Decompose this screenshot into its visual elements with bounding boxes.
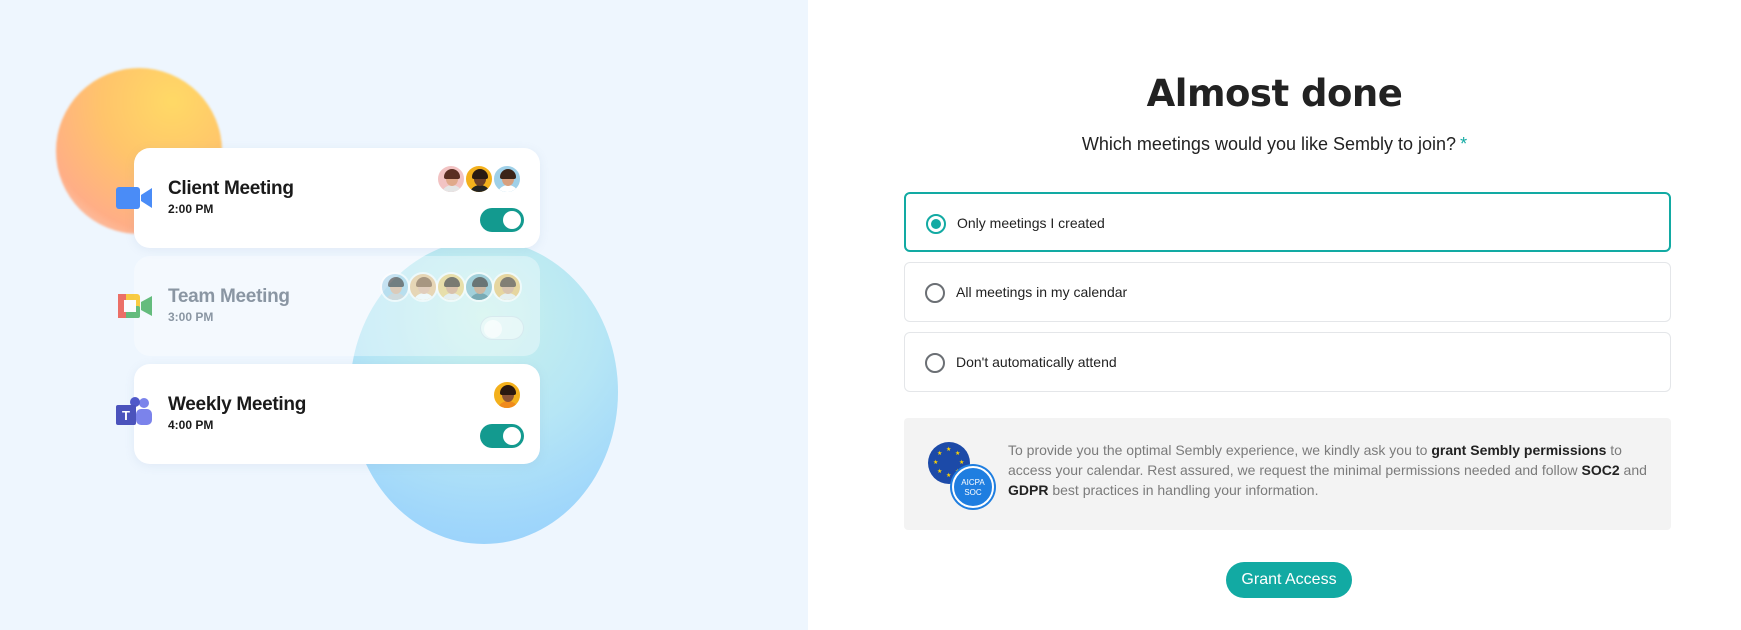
attendee-avatar <box>380 272 410 302</box>
attendee-avatar <box>464 164 494 194</box>
info-text-part: To provide you the optimal Sembly experi… <box>1008 442 1432 458</box>
info-text-bold: grant Sembly permissions <box>1431 442 1607 458</box>
meeting-toggle-on[interactable] <box>480 208 524 232</box>
option-label: Don't automatically attend <box>956 354 1117 370</box>
info-text-bold: SOC2 <box>1581 462 1620 478</box>
permissions-info-text: To provide you the optimal Sembly experi… <box>1008 440 1648 500</box>
attendee-avatar <box>436 272 466 302</box>
meeting-time: 3:00 PM <box>168 310 214 324</box>
attendee-avatar <box>436 164 466 194</box>
attendee-avatar <box>492 164 522 194</box>
attendee-avatar <box>464 272 494 302</box>
grant-access-button[interactable]: Grant Access <box>1226 562 1352 598</box>
option-dont-attend[interactable]: Don't automatically attend <box>904 332 1671 392</box>
google-meet-icon <box>118 294 152 318</box>
meeting-title: Team Meeting <box>168 286 290 307</box>
radio-button[interactable] <box>925 353 945 373</box>
badge-soc-line1: AICPA <box>961 478 985 487</box>
radio-button[interactable] <box>925 283 945 303</box>
svg-text:T: T <box>122 408 130 423</box>
radio-button-selected[interactable] <box>926 214 946 234</box>
attendee-avatar <box>492 272 522 302</box>
option-label: All meetings in my calendar <box>956 284 1128 300</box>
meeting-title: Weekly Meeting <box>168 394 306 415</box>
illustration-panel: Client Meeting 2:00 PM Team Meeting 3:00… <box>0 0 808 630</box>
meeting-toggle-off[interactable] <box>480 316 524 340</box>
option-all-calendar[interactable]: All meetings in my calendar <box>904 262 1671 322</box>
question-text: Which meetings would you like Sembly to … <box>1081 134 1457 154</box>
page-title: Almost done <box>1146 72 1403 115</box>
badge-soc-line2: SOC <box>964 488 982 497</box>
info-text-part: best practices in handling your informat… <box>1048 482 1319 498</box>
info-text-part: and <box>1619 462 1647 478</box>
question-label: Which meetings would you like Sembly to … <box>808 134 1741 155</box>
zoom-icon <box>116 187 152 209</box>
permissions-info-box: ★★★ ★★★ ★★ AICPA SOC To provide you the … <box>904 418 1671 530</box>
meeting-time: 4:00 PM <box>168 418 214 432</box>
option-only-created[interactable]: Only meetings I created <box>904 192 1671 252</box>
meeting-time: 2:00 PM <box>168 202 214 216</box>
microsoft-teams-icon: T <box>116 397 152 425</box>
meeting-toggle-on[interactable] <box>480 424 524 448</box>
aicpa-soc-badge-icon: AICPA SOC <box>952 466 994 508</box>
meeting-title: Client Meeting <box>168 178 294 199</box>
required-marker: * <box>1460 134 1468 154</box>
attendee-avatar <box>492 380 522 410</box>
compliance-badges: ★★★ ★★★ ★★ AICPA SOC <box>928 442 994 508</box>
attendee-avatar <box>408 272 438 302</box>
info-text-bold: GDPR <box>1008 482 1049 498</box>
option-label: Only meetings I created <box>957 215 1105 231</box>
